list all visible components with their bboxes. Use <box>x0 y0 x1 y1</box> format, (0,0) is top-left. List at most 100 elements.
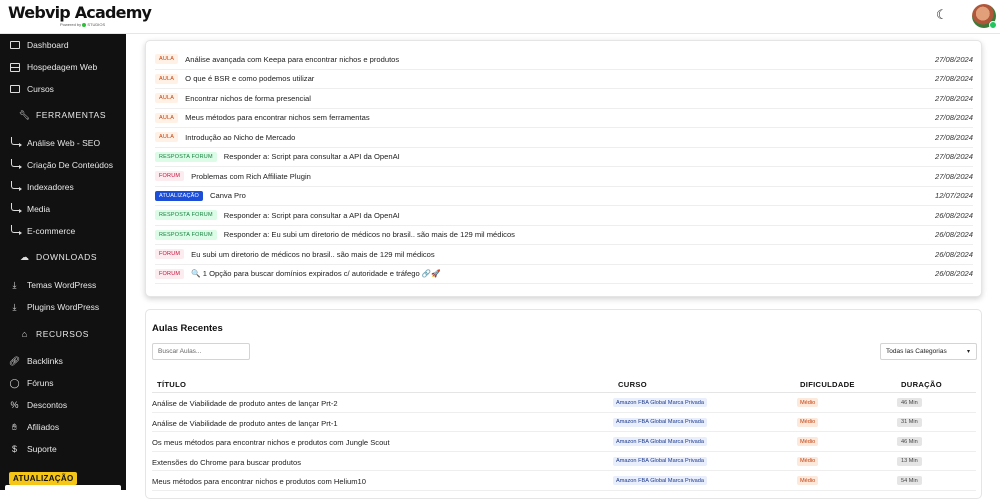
download-icon: ⤓ <box>12 279 17 290</box>
type-badge: AULA <box>155 93 179 104</box>
sidebar-item-label: Afiliados <box>27 422 60 432</box>
difficulty-badge: Médio <box>797 456 819 466</box>
feed-date: 27/08/2024 <box>934 74 973 84</box>
table-row[interactable]: Meus métodos para encontrar nichos e pro… <box>152 471 976 491</box>
sidebar-item-label: Fóruns <box>27 378 54 388</box>
moon-icon[interactable]: ☾ <box>936 7 950 25</box>
sidebar-item-criacao[interactable]: Criação De Conteúdos <box>0 156 126 174</box>
feed-title[interactable]: Responder a: Eu subi um diretorio de méd… <box>224 230 935 239</box>
table-header: TÍTULO CURSO DIFICULDADE DURAÇÃO <box>152 376 976 393</box>
sidebar-item-descontos[interactable]: % Descontos <box>0 396 126 414</box>
sidebar-item-label: Backlinks <box>27 356 63 366</box>
sidebar-item-label: Criação De Conteúdos <box>27 160 113 170</box>
sidebar-item-dashboard[interactable]: Dashboard <box>0 36 126 54</box>
sidebar-item-label: Suporte <box>27 444 57 454</box>
table-row[interactable]: Análise de Viabilidade de produto antes … <box>152 393 976 413</box>
feed-date: 26/08/2024 <box>934 249 973 259</box>
feed-title[interactable]: Eu subi um diretorio de médicos no brasi… <box>191 250 935 259</box>
course-badge: Amazon FBA Global Marca Privada <box>613 437 707 446</box>
category-select-value: Todas las Categorias <box>886 348 947 355</box>
search-input[interactable] <box>152 343 250 360</box>
sidebar-section-recursos[interactable]: ⌂ RECURSOS <box>0 325 126 343</box>
feed-date: 27/08/2024 <box>934 113 973 123</box>
type-badge: AULA <box>155 73 179 84</box>
feed-row[interactable]: FORUM Problemas com Rich Affiliate Plugi… <box>155 167 973 187</box>
feed-date: 27/08/2024 <box>934 171 973 181</box>
logo[interactable]: Webvip Academy Powered by STUDIOS <box>8 4 152 28</box>
category-select[interactable]: Todas las Categorias ▾ <box>880 343 977 360</box>
feed-row[interactable]: RESPOSTA FORUM Responder a: Eu subi um d… <box>155 226 973 245</box>
monitor-icon <box>9 40 20 51</box>
type-badge: AULA <box>155 112 179 123</box>
feed-row[interactable]: RESPOSTA FORUM Responder a: Script para … <box>155 206 973 226</box>
sidebar-item-hospedagem[interactable]: Hospedagem Web <box>0 58 126 76</box>
sidebar-item-indexadores[interactable]: Indexadores <box>0 178 126 196</box>
lesson-title[interactable]: Meus métodos para encontrar nichos e pro… <box>152 477 366 486</box>
sidebar-item-suporte[interactable]: $ Suporte <box>0 440 126 458</box>
table-row[interactable]: Os meus métodos para encontrar nichos e … <box>152 432 976 452</box>
feed-row[interactable]: AULA O que é BSR e como podemos utilizar… <box>155 70 973 89</box>
sidebar-item-foruns[interactable]: ◯ Fóruns <box>0 374 126 392</box>
sidebar-item-ecommerce[interactable]: E-commerce <box>0 222 126 240</box>
sidebar-section-ferramentas[interactable]: 🔧︎ FERRAMENTAS <box>0 106 126 124</box>
duration-badge: 46 Min <box>897 437 922 446</box>
feed-row[interactable]: AULA Meus métodos para encontrar nichos … <box>155 109 973 128</box>
sidebar-item-cursos[interactable]: Cursos <box>0 80 126 98</box>
feed-title[interactable]: Introdução ao Nicho de Mercado <box>185 133 935 142</box>
feed-row[interactable]: AULA Análise avançada com Keepa para enc… <box>155 50 973 70</box>
feed-title[interactable]: 🔍 1 Opção para buscar domínios expirados… <box>191 269 935 278</box>
feed-row[interactable]: RESPOSTA FORUM Responder a: Script para … <box>155 148 973 167</box>
type-badge: FORUM <box>155 268 185 279</box>
feed-title[interactable]: Problemas com Rich Affiliate Plugin <box>191 172 935 181</box>
section-title: Aulas Recentes <box>152 323 223 334</box>
lesson-title[interactable]: Análise de Viabilidade de produto antes … <box>152 419 338 428</box>
feed-title[interactable]: Responder a: Script para consultar a API… <box>224 211 935 220</box>
sidebar-item-label: Hospedagem Web <box>27 62 98 72</box>
feed-row[interactable]: AULA Encontrar nichos de forma presencia… <box>155 89 973 109</box>
type-badge: FORUM <box>155 171 185 182</box>
feed-title[interactable]: Análise avançada com Keepa para encontra… <box>185 55 935 64</box>
sidebar-item-label: Dashboard <box>27 40 69 50</box>
type-badge: RESPOSTA FORUM <box>155 210 217 221</box>
sidebar-item-backlinks[interactable]: 🔗︎ Backlinks <box>0 352 126 370</box>
feed-title[interactable]: Meus métodos para encontrar nichos sem f… <box>185 113 935 122</box>
sidebar-update-card[interactable] <box>5 485 121 493</box>
feed-title[interactable]: Canva Pro <box>210 191 935 200</box>
feed-title[interactable]: Responder a: Script para consultar a API… <box>224 152 935 161</box>
type-badge: FORUM <box>155 249 185 260</box>
column-header-title[interactable]: TÍTULO <box>157 380 186 389</box>
feed-title[interactable]: O que é BSR e como podemos utilizar <box>185 74 935 83</box>
sidebar-section-label: DOWNLOADS <box>36 252 98 262</box>
sidebar-item-afiliados[interactable]: ✋︎ Afiliados <box>0 418 126 436</box>
feed-date: 26/08/2024 <box>934 210 973 220</box>
feed-row[interactable]: AULA Introdução ao Nicho de Mercado 27/0… <box>155 128 973 148</box>
sidebar-item-temas[interactable]: ⤓ Temas WordPress <box>0 276 126 294</box>
feed-title[interactable]: Encontrar nichos de forma presencial <box>185 94 935 103</box>
type-badge: AULA <box>155 54 179 65</box>
avatar[interactable] <box>972 4 997 29</box>
feed-row[interactable]: FORUM 🔍 1 Opção para buscar domínios exp… <box>155 265 973 284</box>
sidebar-section-downloads[interactable]: ☁ DOWNLOADS <box>0 248 126 266</box>
top-bar: Webvip Academy Powered by STUDIOS ☾ <box>0 0 1000 34</box>
sidebar-item-label: Media <box>27 204 51 214</box>
sidebar-item-media[interactable]: Media <box>0 200 126 218</box>
lesson-title[interactable]: Os meus métodos para encontrar nichos e … <box>152 438 390 447</box>
feed-row[interactable]: ATUALIZAÇÃO Canva Pro 12/07/2024 <box>155 187 973 206</box>
table-row[interactable]: Extensões do Chrome para buscar produtos… <box>152 452 976 471</box>
sidebar-item-plugins[interactable]: ⤓ Plugins WordPress <box>0 298 126 316</box>
cloud-download-icon: ☁ <box>20 251 29 262</box>
sidebar-item-analise-web[interactable]: Análise Web - SEO <box>0 134 126 152</box>
sidebar-item-label: Indexadores <box>27 182 74 192</box>
column-header-difficulty[interactable]: DIFICULDADE <box>800 380 855 389</box>
sidebar-section-label: RECURSOS <box>36 329 89 339</box>
column-header-course[interactable]: CURSO <box>618 380 647 389</box>
course-badge: Amazon FBA Global Marca Privada <box>613 456 707 466</box>
lesson-title[interactable]: Análise de Viabilidade de produto antes … <box>152 399 338 408</box>
table-row[interactable]: Análise de Viabilidade de produto antes … <box>152 413 976 432</box>
feed-date: 26/08/2024 <box>934 230 973 240</box>
duration-badge: 13 Min <box>897 456 922 466</box>
lesson-title[interactable]: Extensões do Chrome para buscar produtos <box>152 458 301 467</box>
feed-row[interactable]: FORUM Eu subi um diretorio de médicos no… <box>155 245 973 265</box>
column-header-duration[interactable]: DURAÇÃO <box>901 380 942 389</box>
monitor-icon <box>9 84 20 95</box>
